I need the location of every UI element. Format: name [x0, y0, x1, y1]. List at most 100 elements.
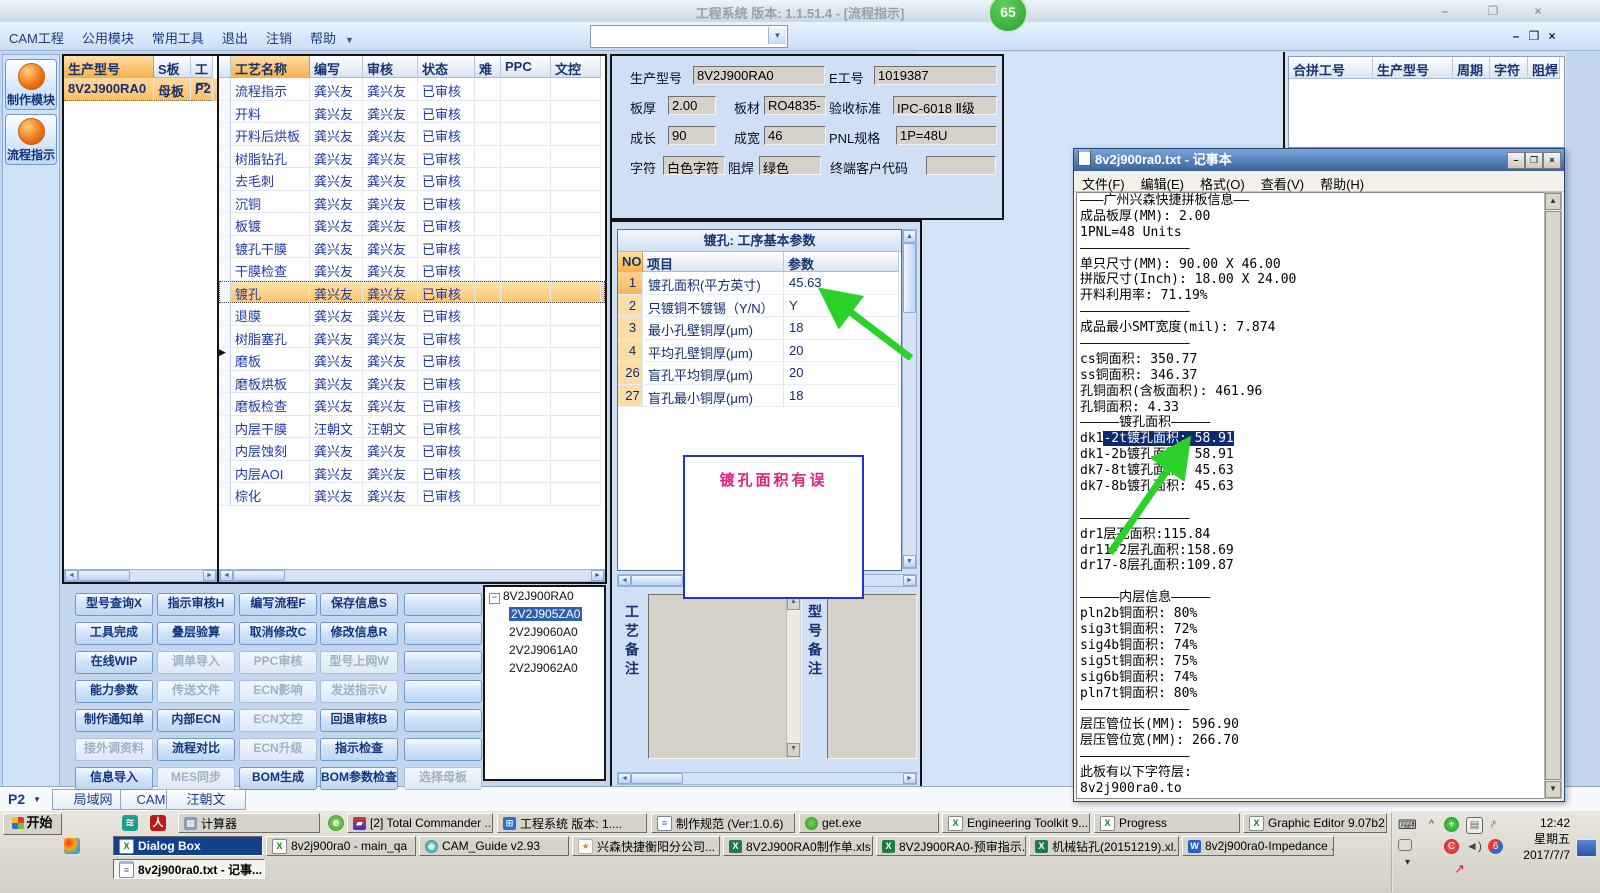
scroll-left-icon[interactable]: ◄ — [220, 570, 233, 581]
process-header-cell[interactable]: 难 — [475, 56, 501, 78]
tab-dropdown-icon[interactable]: ▼ — [33, 795, 41, 804]
param-row[interactable]: 3 最小孔壁铜厚(μm) 18 — [618, 317, 901, 340]
grid-button-能力参数[interactable]: 能力参数 — [75, 680, 153, 703]
taskbar-button[interactable]: X Progress — [1094, 813, 1240, 833]
scroll-right-icon[interactable]: ► — [903, 773, 916, 784]
process-row[interactable]: 镀孔干膜 龚兴友 龚兴友 已审核 — [219, 235, 605, 258]
process-row[interactable]: 内层AOI 龚兴友 龚兴友 已审核 — [219, 460, 605, 483]
taskbar-button[interactable]: ⊞ 工程系统 版本: 1.... — [497, 813, 647, 833]
process-row[interactable]: 磨板烘板 龚兴友 龚兴友 已审核 — [219, 370, 605, 393]
board-header-cell[interactable]: 工厂 — [191, 56, 213, 96]
taskbar-button[interactable]: X Dialog Box — [113, 836, 263, 856]
process-remark-textarea[interactable]: ▲ ▼ — [648, 594, 802, 759]
panel-bottom-hscrollbar[interactable]: ◄ ► — [617, 772, 917, 785]
process-row[interactable]: 退膜 龚兴友 龚兴友 已审核 — [219, 303, 605, 326]
info-field[interactable]: 46 — [764, 126, 826, 145]
clipboard-tray-icon[interactable]: ▤ — [1466, 817, 1483, 834]
grid-button-回退审核B[interactable]: 回退审核B — [320, 709, 398, 732]
scroll-left-icon[interactable]: ◄ — [618, 773, 631, 784]
process-row[interactable]: 磨板检查 龚兴友 龚兴友 已审核 — [219, 393, 605, 416]
board-table-row[interactable]: 8V2J900RA0 母板 P2 — [64, 78, 217, 101]
taskbar-button[interactable]: X 机械钻孔(20151219).xl... — [1029, 836, 1179, 856]
mail-tray-icon[interactable]: C — [1444, 839, 1459, 854]
param-vscrollbar[interactable]: ▲ ▼ — [902, 229, 917, 569]
tree-item[interactable]: 2V2J905ZA0 — [485, 605, 604, 623]
param-row[interactable]: 26 盲孔平均铜厚(μm) 20 — [618, 362, 901, 385]
model-remark-textarea[interactable] — [827, 594, 917, 759]
menu-item-4[interactable]: 注销 — [257, 22, 301, 47]
process-row[interactable]: 内层干膜 汪朝文 汪朝文 已审核 — [219, 415, 605, 438]
taskbar-button[interactable]: ★ 兴森快捷衡阳分公司... — [572, 836, 720, 856]
taskbar-button[interactable]: ◉ CAM_Guide v2.93 — [419, 836, 569, 856]
info-field[interactable]: 白色字符 — [663, 156, 725, 175]
process-header-cell[interactable]: 工艺名称 — [231, 56, 310, 78]
keyboard-icon[interactable]: ⌨ — [1398, 817, 1417, 832]
process-row[interactable]: 去毛刺 龚兴友 龚兴友 已审核 — [219, 168, 605, 191]
merge-header-cell[interactable]: 生产型号 — [1373, 57, 1453, 79]
info-field[interactable]: RO4835- — [764, 96, 826, 115]
scroll-thumb[interactable] — [631, 773, 683, 784]
scroll-thumb[interactable] — [1545, 211, 1561, 780]
sidebar-button-0[interactable]: 制作模块 — [5, 59, 57, 110]
notepad-menu-2[interactable]: 格式(O) — [1192, 171, 1253, 193]
taskbar-button[interactable]: X 8v2j900ra0 - main_qa — [266, 836, 416, 856]
grid-button-指示审核H[interactable]: 指示审核H — [157, 593, 235, 616]
info-field[interactable]: IPC-6018 Ⅱ级 — [893, 96, 997, 115]
taskbar-button[interactable]: ≡ 8v2j900ra0.txt - 记事... — [113, 859, 265, 879]
mdi-minimize-icon[interactable]: – — [1508, 29, 1524, 43]
menu-item-0[interactable]: CAM工程 — [0, 22, 73, 47]
scroll-down-icon[interactable]: ▼ — [903, 555, 916, 568]
process-row[interactable]: 棕化 龚兴友 龚兴友 已审核 — [219, 483, 605, 506]
grid-button-工具完成[interactable]: 工具完成 — [75, 622, 153, 645]
taskbar-button[interactable]: X Engineering Toolkit 9... — [942, 813, 1090, 833]
process-row[interactable]: 树脂钻孔 龚兴友 龚兴友 已审核 — [219, 145, 605, 168]
merge-header-cell[interactable]: 阻焊 — [1528, 57, 1560, 79]
info-field[interactable]: 1P=48U — [896, 126, 997, 145]
param-header-cell[interactable]: 项目 — [643, 252, 784, 272]
process-row[interactable]: 开料 龚兴友 龚兴友 已审核 — [219, 100, 605, 123]
menu-item-2[interactable]: 常用工具 — [143, 22, 213, 47]
scroll-down-icon[interactable]: ▼ — [787, 743, 800, 757]
launcher-icon[interactable]: ≋ — [122, 815, 138, 831]
scroll-left-icon[interactable]: ◄ — [618, 575, 631, 586]
param-header-cell[interactable]: NO — [618, 252, 643, 272]
info-field[interactable]: 8V2J900RA0 — [693, 66, 825, 85]
scroll-down-icon[interactable]: ▼ — [1545, 781, 1561, 798]
param-row[interactable]: 4 平均孔壁铜厚(μm) 20 — [618, 339, 901, 362]
tab-current[interactable]: P2 — [8, 791, 25, 807]
process-row[interactable]: 磨板 龚兴友 龚兴友 已审核 — [219, 348, 605, 371]
start-button[interactable]: 开始 — [3, 813, 62, 835]
tree-item[interactable]: 2V2J9061A0 — [485, 641, 604, 659]
tray-expand-icon[interactable]: ▾ — [1400, 855, 1415, 870]
notepad-menu-0[interactable]: 文件(F) — [1074, 171, 1133, 193]
merge-header-cell[interactable]: 字符 — [1490, 57, 1528, 79]
grid-button-内部ECN[interactable]: 内部ECN — [157, 709, 235, 732]
antivirus-tray-icon[interactable]: + — [1444, 817, 1459, 832]
scroll-thumb[interactable] — [631, 575, 683, 586]
main-restore-icon[interactable]: ❐ — [1478, 4, 1508, 18]
notepad-titlebar[interactable]: 8v2j900ra0.txt - 记事本 — [1074, 149, 1564, 171]
main-minimize-icon[interactable]: – — [1430, 4, 1460, 18]
messenger-icon[interactable] — [64, 838, 80, 854]
process-row[interactable]: 沉铜 龚兴友 龚兴友 已审核 — [219, 190, 605, 213]
grid-button-型号查询X[interactable]: 型号查询X — [75, 593, 153, 616]
main-close-icon[interactable]: × — [1523, 4, 1553, 18]
grid-button-编写流程F[interactable]: 编写流程F — [239, 593, 317, 616]
toolbar-combobox[interactable]: ▼ — [590, 25, 788, 48]
tree-collapse-icon[interactable]: − — [489, 593, 500, 604]
merge-header-cell[interactable]: 合拼工号 — [1289, 57, 1373, 79]
grid-button-制作通知单[interactable]: 制作通知单 — [75, 709, 153, 732]
merge-header-cell[interactable]: 周期 — [1453, 57, 1490, 79]
tree-item[interactable]: 2V2J9060A0 — [485, 623, 604, 641]
process-row[interactable]: 树脂塞孔 龚兴友 龚兴友 已审核 — [219, 325, 605, 348]
taskbar-button[interactable]: W 8v2j900ra0-Impedance ... — [1182, 836, 1334, 856]
scroll-right-icon[interactable]: ► — [203, 570, 216, 581]
memo-vscrollbar[interactable]: ▲ ▼ — [786, 596, 800, 757]
info-field[interactable] — [926, 156, 996, 175]
notepad-restore-icon[interactable]: ❐ — [1525, 152, 1543, 169]
combobox-arrow-icon[interactable]: ▼ — [768, 27, 786, 44]
taskbar-button[interactable]: ≡ 制作规范 (Ver:1.0.6) — [651, 813, 795, 833]
tray-clock[interactable]: 12:42 星期五 2017/7/7 — [1498, 815, 1570, 863]
info-field[interactable]: 90 — [668, 126, 716, 145]
taskbar-button[interactable]: X 8V2J900RA0制作单.xls ... — [723, 836, 873, 856]
